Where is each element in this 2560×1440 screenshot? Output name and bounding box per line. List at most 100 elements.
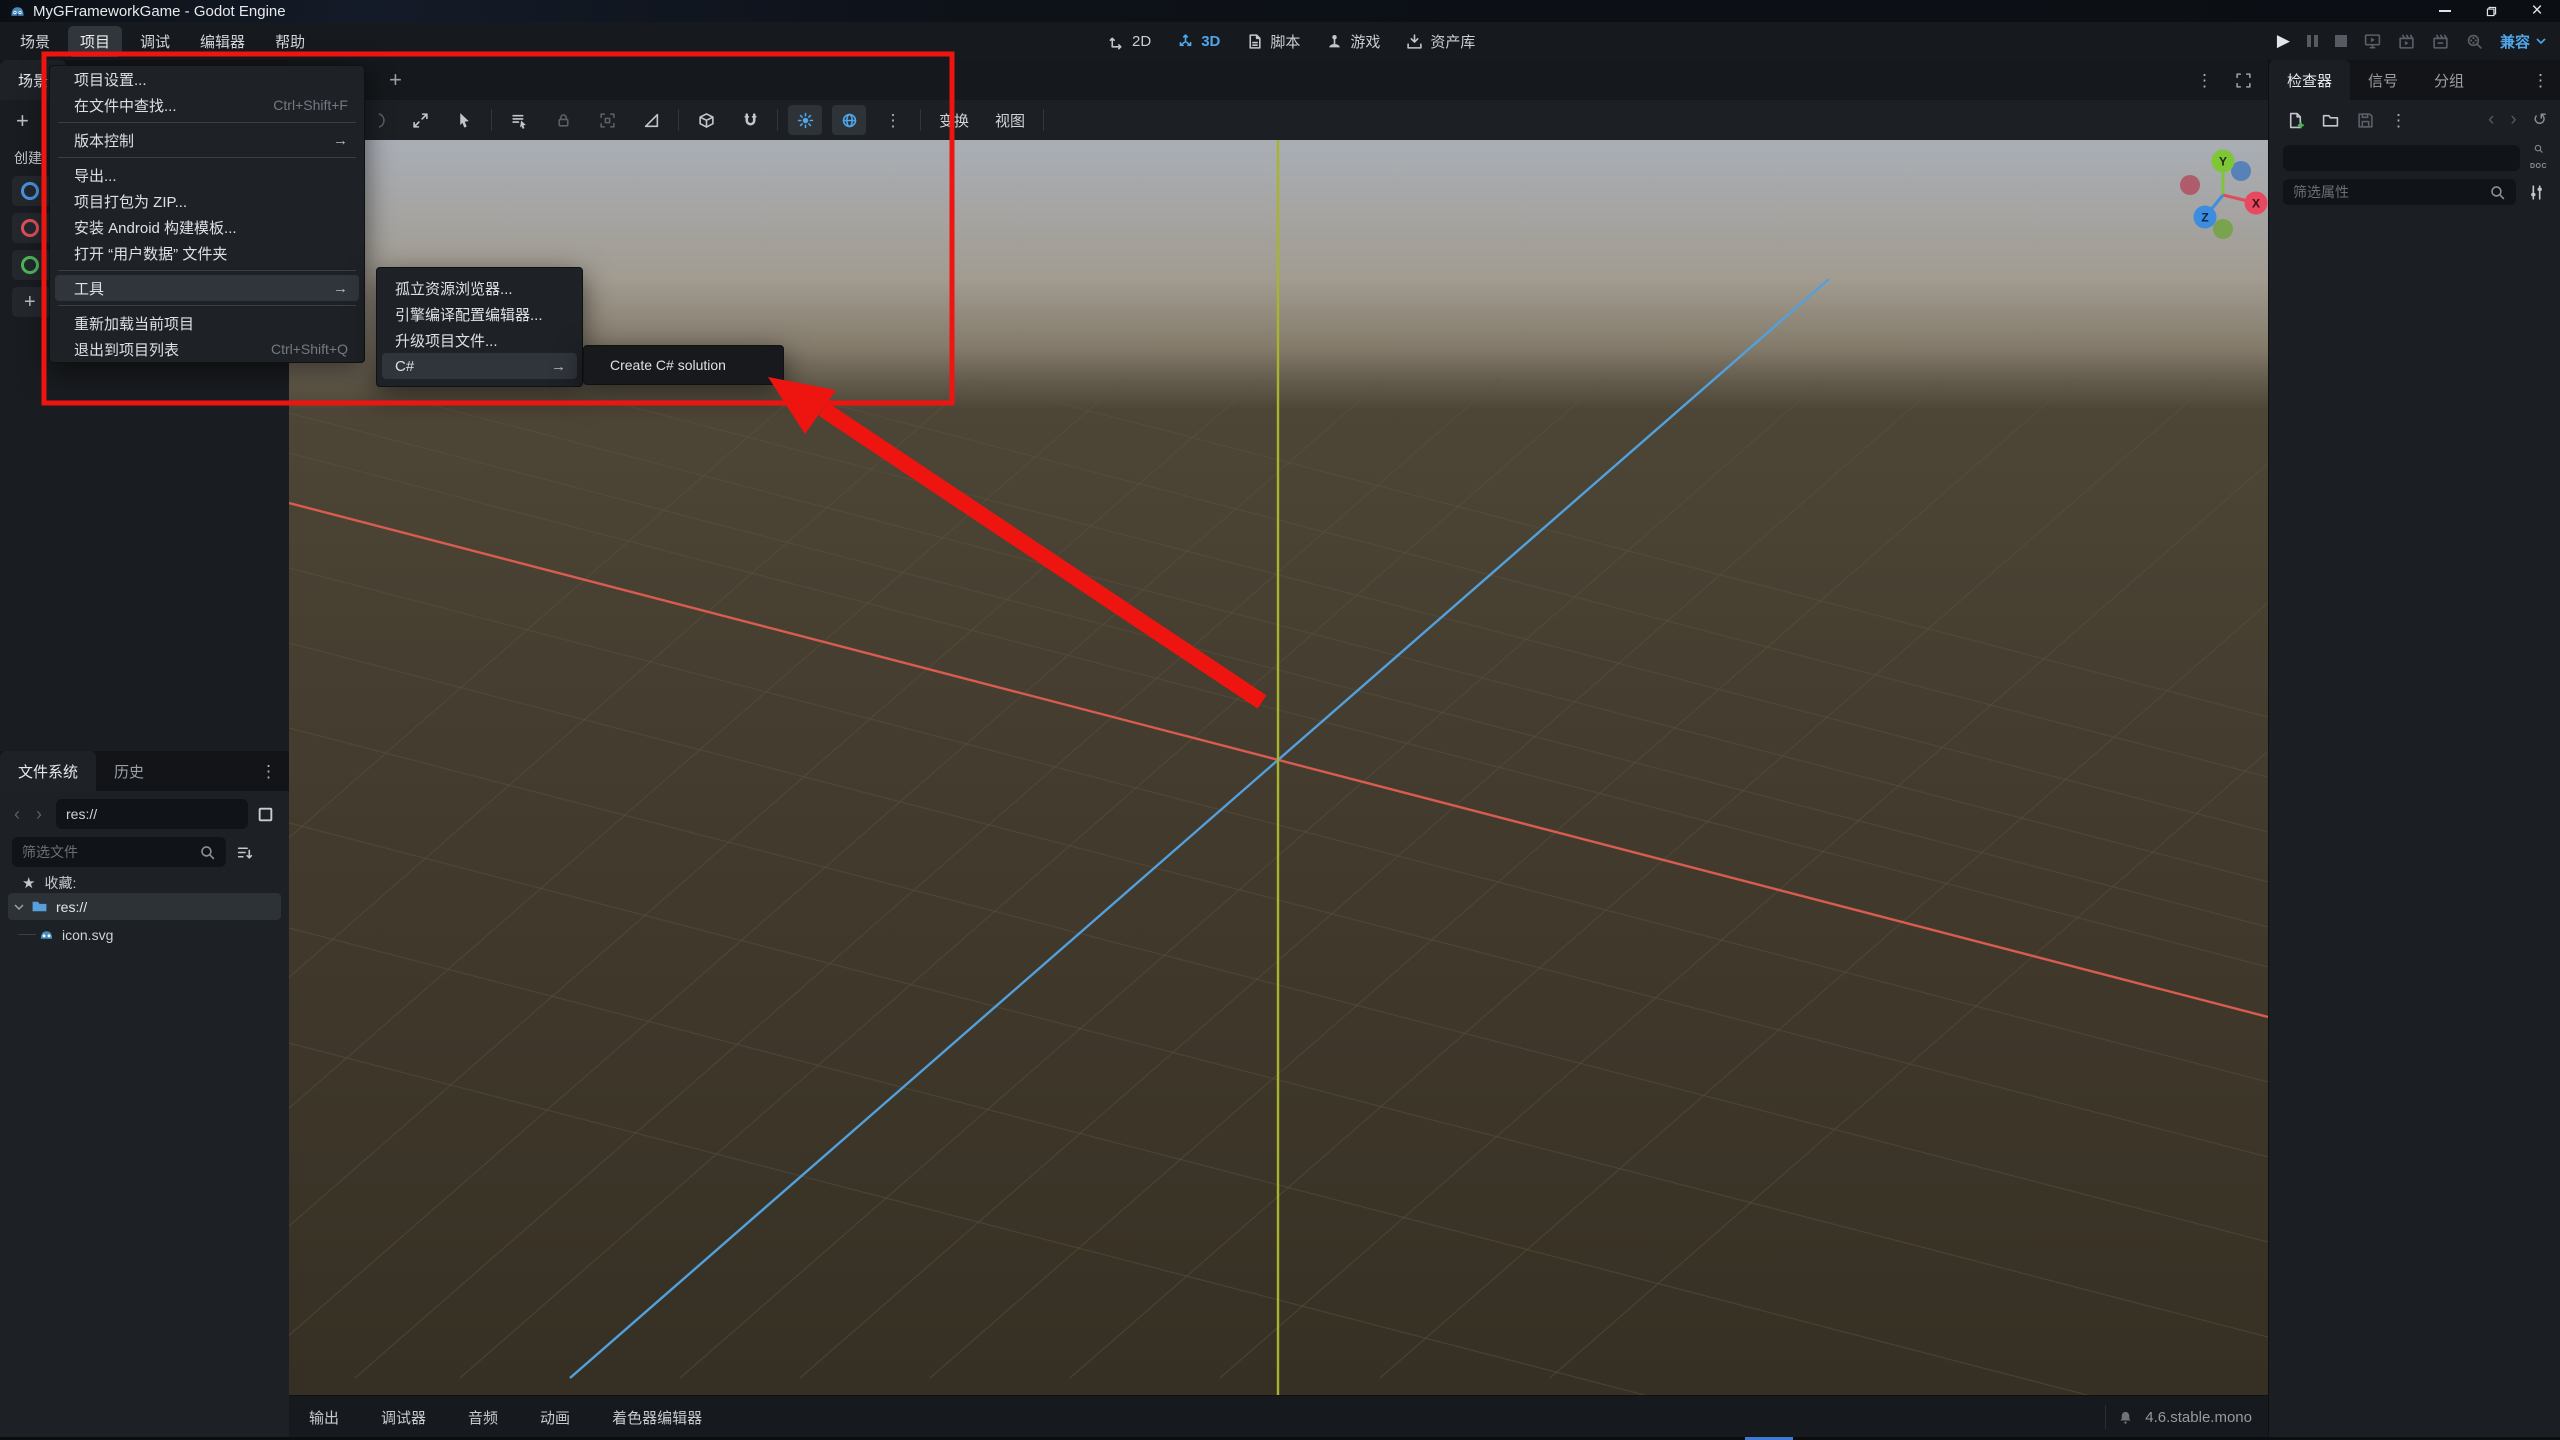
tree-row-root[interactable]: res:// (8, 893, 281, 920)
move-tool-button[interactable] (403, 105, 437, 135)
save-resource-button[interactable] (2357, 112, 2374, 129)
object-name-field[interactable] (2283, 145, 2520, 171)
menu-help[interactable]: 帮助 (263, 26, 317, 57)
expand-viewport-icon[interactable] (2235, 72, 2252, 89)
play-custom-scene-button[interactable] (2432, 33, 2449, 50)
game-icon (1329, 34, 1341, 47)
lock-button[interactable] (546, 105, 580, 135)
menu-item-reload-project[interactable]: 重新加载当前项目 (50, 310, 364, 336)
menu-editor[interactable]: 编辑器 (188, 26, 257, 57)
panel-audio[interactable]: 音频 (458, 1401, 508, 1434)
menu-item-find-in-files[interactable]: 在文件中查找... Ctrl+Shift+F (50, 92, 364, 118)
scene-render (289, 140, 2268, 1395)
create-root-label: 创建 (14, 150, 42, 166)
split-view-button[interactable] (257, 806, 274, 823)
close-button[interactable]: × (2514, 0, 2560, 22)
nav-forward-button[interactable]: › (36, 804, 42, 825)
open-docs-button[interactable]: DOC (2530, 144, 2547, 173)
sort-files-button[interactable] (236, 844, 253, 861)
tab-history[interactable]: 历史 (96, 751, 162, 791)
view-menu[interactable]: 视图 (987, 106, 1033, 135)
filter-properties-input[interactable] (2293, 184, 2478, 200)
inspector-tabbar: 检查器 信号 分组 ⋮ (2269, 60, 2560, 100)
version-label[interactable]: 4.6.stable.mono (2145, 1409, 2252, 1426)
tab-filesystem[interactable]: 文件系统 (0, 751, 97, 791)
workspace-script[interactable]: 脚本 (1246, 31, 1300, 52)
tree-root-label: res:// (56, 898, 88, 915)
notification-bell-icon[interactable] (2118, 1410, 2133, 1425)
tree-row-file[interactable]: icon.svg (8, 921, 281, 948)
window-title: MyGFrameworkGame - Godot Engine (33, 2, 286, 20)
tab-inspector[interactable]: 检查器 (2269, 60, 2351, 100)
history-forward-button[interactable]: › (2510, 109, 2516, 131)
stop-button[interactable] (2334, 35, 2347, 47)
menu-item-export[interactable]: 导出... (50, 162, 364, 188)
workspace-game[interactable]: 游戏 (1326, 31, 1380, 52)
select-list-button[interactable] (502, 105, 536, 135)
menu-item-upgrade-project[interactable]: 升级项目文件... (377, 327, 582, 353)
workspace-assetlib[interactable]: 资产库 (1406, 31, 1475, 52)
menu-project[interactable]: 项目 (68, 25, 123, 57)
menu-item-engine-compile-config[interactable]: 引擎编译配置编辑器... (377, 301, 582, 327)
menu-item-pack-zip[interactable]: 项目打包为 ZIP... (50, 188, 364, 214)
panel-animation[interactable]: 动画 (530, 1401, 580, 1434)
menu-item-version-control[interactable]: 版本控制 → (50, 127, 364, 153)
renderer-dropdown[interactable]: 兼容 (2500, 31, 2546, 52)
snap-magnet-button[interactable] (733, 105, 767, 135)
workspace-3d[interactable]: 3D (1177, 33, 1220, 50)
property-filter-options-button[interactable] (2528, 184, 2545, 201)
viewport-3d[interactable]: Y X Z (289, 140, 2268, 1395)
menu-item-project-settings[interactable]: 项目设置... (50, 66, 364, 92)
menu-item-csharp[interactable]: C# → (382, 353, 577, 379)
tab-groups[interactable]: 分组 (2416, 60, 2482, 100)
menu-item-quit-to-list[interactable]: 退出到项目列表 Ctrl+Shift+Q (50, 336, 364, 362)
play-remote-button[interactable] (2364, 33, 2381, 50)
tab-signals[interactable]: 信号 (2350, 60, 2416, 100)
tab-list-icon[interactable]: ⋮ (2196, 72, 2213, 89)
history-back-button[interactable]: ‹ (2488, 109, 2494, 131)
play-scene-button[interactable] (2398, 33, 2415, 50)
preview-sunlight-button[interactable] (788, 105, 822, 135)
menu-item-tools[interactable]: 工具 → (55, 275, 359, 301)
titlebar: MyGFrameworkGame - Godot Engine × (0, 0, 2560, 22)
ruler-button[interactable] (634, 105, 668, 135)
menu-scene[interactable]: 场景 (8, 26, 62, 57)
path-field[interactable] (56, 799, 248, 829)
resource-options-icon[interactable]: ⋮ (2390, 112, 2407, 129)
panel-shader-editor[interactable]: 着色器编辑器 (602, 1401, 712, 1434)
play-button[interactable]: ▶ (2277, 31, 2290, 51)
movie-maker-button[interactable] (2466, 33, 2483, 50)
filter-files-input[interactable] (22, 844, 192, 860)
workspace-2d[interactable]: 2D (1108, 33, 1151, 50)
folder-icon (32, 901, 47, 912)
group-button[interactable] (590, 105, 624, 135)
new-tab-button[interactable]: + (389, 67, 402, 93)
nav-back-button[interactable]: ‹ (14, 804, 20, 825)
ui-scene-icon (21, 256, 39, 274)
menu-item-install-android-template[interactable]: 安装 Android 构建模板... (50, 214, 364, 240)
new-resource-button[interactable] (2287, 112, 2304, 129)
object-history-button[interactable]: ↺ (2533, 110, 2547, 130)
panel-debugger[interactable]: 调试器 (371, 1401, 436, 1434)
transform-menu[interactable]: 变换 (931, 106, 977, 135)
inspector-menu-icon[interactable]: ⋮ (2532, 72, 2549, 89)
panel-output[interactable]: 输出 (299, 1401, 349, 1434)
select-tool-button[interactable] (447, 105, 481, 135)
snap-object-button[interactable] (689, 105, 723, 135)
plus-icon: + (24, 290, 36, 313)
menu-item-open-user-data[interactable]: 打开 “用户数据” 文件夹 (50, 240, 364, 266)
menu-debug[interactable]: 调试 (128, 26, 182, 57)
restore-button[interactable] (2468, 0, 2514, 22)
axis-gizmo[interactable]: Y X Z (2163, 140, 2268, 258)
load-resource-button[interactable] (2322, 112, 2339, 129)
add-scene-button[interactable]: + (16, 108, 40, 133)
menu-item-orphan-explorer[interactable]: 孤立资源浏览器... (377, 275, 582, 301)
preview-environment-button[interactable] (832, 105, 866, 135)
sun-env-options-icon[interactable]: ⋮ (876, 105, 910, 135)
search-icon (201, 845, 215, 859)
caret-down-icon[interactable] (14, 903, 24, 910)
minimize-button[interactable] (2422, 0, 2468, 22)
filesystem-menu-icon[interactable]: ⋮ (260, 763, 277, 780)
menu-item-create-csharp-solution[interactable]: Create C# solution (584, 346, 783, 384)
pause-button[interactable] (2306, 35, 2318, 47)
